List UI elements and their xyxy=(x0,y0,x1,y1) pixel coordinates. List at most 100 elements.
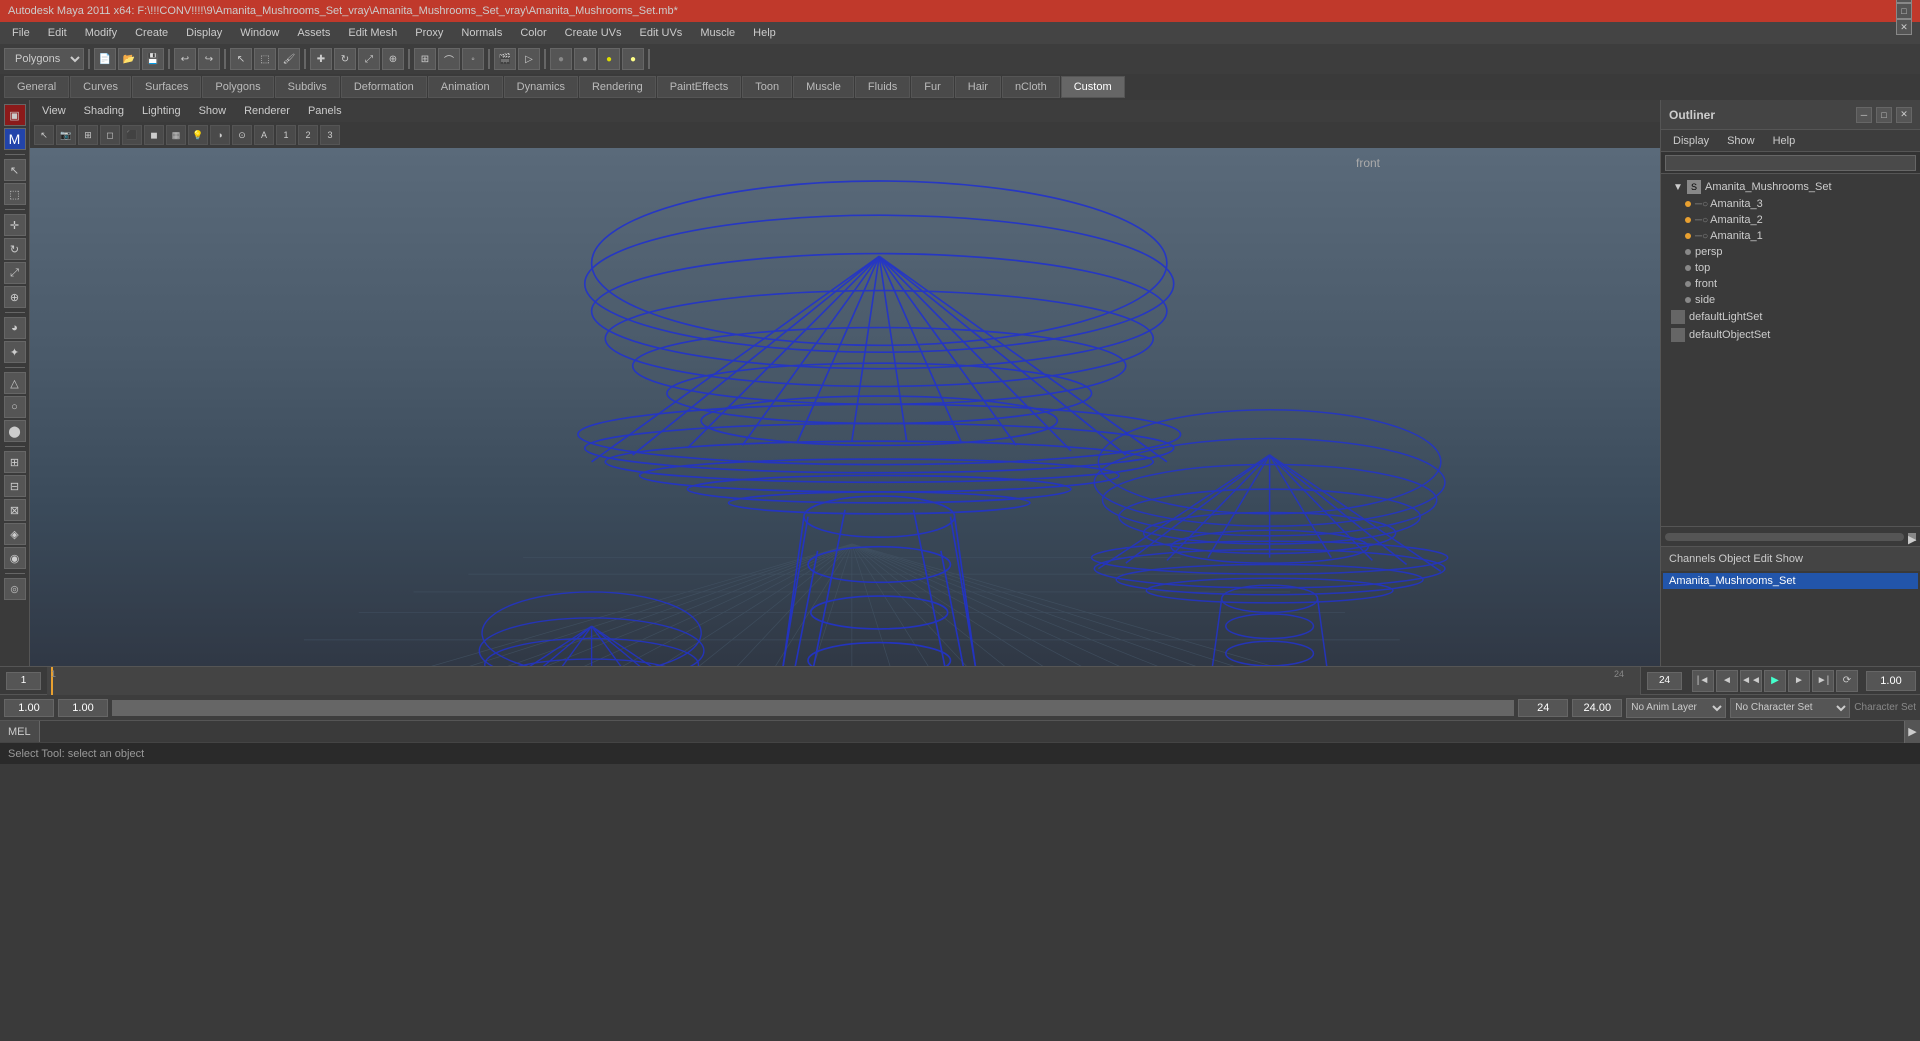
tab-dynamics[interactable]: Dynamics xyxy=(504,76,578,98)
vp-menu-view[interactable]: View xyxy=(34,103,74,119)
vp-isolate-icon[interactable]: ⊙ xyxy=(232,125,252,145)
menu-edit[interactable]: Edit xyxy=(40,25,75,41)
range-start-input[interactable] xyxy=(4,699,54,717)
character-set-selector[interactable]: No Character Set xyxy=(1730,698,1850,718)
sculpt-icon[interactable]: ✦ xyxy=(4,341,26,363)
anim-layer-selector[interactable]: No Anim Layer xyxy=(1626,698,1726,718)
vp-aa-icon[interactable]: A xyxy=(254,125,274,145)
rotate-tool-icon[interactable]: ↻ xyxy=(4,238,26,260)
tab-general[interactable]: General xyxy=(4,76,69,98)
tree-item-persp[interactable]: persp xyxy=(1661,244,1920,260)
rotate-icon[interactable]: ↻ xyxy=(334,48,356,70)
outliner-menu-help[interactable]: Help xyxy=(1765,133,1804,149)
tree-item-objectset[interactable]: defaultObjectSet xyxy=(1661,326,1920,344)
menu-display[interactable]: Display xyxy=(178,25,230,41)
snap-grid-icon[interactable]: ⊞ xyxy=(414,48,436,70)
universal-manip-icon[interactable]: ⊕ xyxy=(382,48,404,70)
tab-muscle[interactable]: Muscle xyxy=(793,76,854,98)
tree-item-side[interactable]: side xyxy=(1661,292,1920,308)
outliner-maximize[interactable]: □ xyxy=(1876,107,1892,123)
pb-go-start[interactable]: |◄ xyxy=(1692,670,1714,692)
vp-select-icon[interactable]: ↖ xyxy=(34,125,54,145)
snap-curve-icon[interactable]: ⌒ xyxy=(438,48,460,70)
selection-mask-icon[interactable]: ▣ xyxy=(4,104,26,126)
vp-menu-panels[interactable]: Panels xyxy=(300,103,350,119)
create-joint-icon[interactable]: ○ xyxy=(4,396,26,418)
snap-settings-icon[interactable]: ◈ xyxy=(4,523,26,545)
vp-texture-icon[interactable]: ▦ xyxy=(166,125,186,145)
tab-fluids[interactable]: Fluids xyxy=(855,76,910,98)
tab-ncloth[interactable]: nCloth xyxy=(1002,76,1060,98)
outliner-scroll-bar[interactable]: ▶ xyxy=(1661,526,1920,546)
create-poly-icon[interactable]: △ xyxy=(4,372,26,394)
show-manip-icon[interactable]: ⊞ xyxy=(4,451,26,473)
redo-icon[interactable]: ↪ xyxy=(198,48,220,70)
dynamics-manip-icon[interactable]: ⊠ xyxy=(4,499,26,521)
current-frame-input[interactable] xyxy=(1866,671,1916,691)
snap-point-icon[interactable]: ◦ xyxy=(462,48,484,70)
vp-menu-renderer[interactable]: Renderer xyxy=(236,103,298,119)
menu-modify[interactable]: Modify xyxy=(77,25,125,41)
ipr-icon[interactable]: ▷ xyxy=(518,48,540,70)
menu-color[interactable]: Color xyxy=(512,25,554,41)
vp-smooth-icon[interactable]: ⬛ xyxy=(122,125,142,145)
menu-muscle[interactable]: Muscle xyxy=(692,25,743,41)
light-bright-icon[interactable]: ● xyxy=(622,48,644,70)
tab-deformation[interactable]: Deformation xyxy=(341,76,427,98)
range-end-val-input[interactable] xyxy=(1518,699,1568,717)
scale-icon[interactable]: ⤢ xyxy=(358,48,380,70)
tab-polygons[interactable]: Polygons xyxy=(202,76,273,98)
manip-tool-icon[interactable]: ⊕ xyxy=(4,286,26,308)
tree-item-amanita-set[interactable]: ▼ S Amanita_Mushrooms_Set xyxy=(1661,178,1920,196)
vp-shadow-icon[interactable]: ◑ xyxy=(210,125,230,145)
navigate-icon[interactable]: ⊚ xyxy=(4,578,26,600)
close-button[interactable]: ✕ xyxy=(1896,19,1912,35)
range-val-input[interactable] xyxy=(58,699,108,717)
vp-res3-icon[interactable]: 3 xyxy=(320,125,340,145)
menu-assets[interactable]: Assets xyxy=(289,25,338,41)
tab-subdivs[interactable]: Subdivs xyxy=(275,76,340,98)
light-off-icon[interactable]: ● xyxy=(550,48,572,70)
outliner-menu-display[interactable]: Display xyxy=(1665,133,1717,149)
render-icon[interactable]: 🎬 xyxy=(494,48,516,70)
undo-icon[interactable]: ↩ xyxy=(174,48,196,70)
outliner-minimize[interactable]: ─ xyxy=(1856,107,1872,123)
vp-menu-lighting[interactable]: Lighting xyxy=(134,103,189,119)
new-scene-icon[interactable]: 📄 xyxy=(94,48,116,70)
vp-light-icon[interactable]: 💡 xyxy=(188,125,208,145)
menu-help[interactable]: Help xyxy=(745,25,784,41)
menu-edit-mesh[interactable]: Edit Mesh xyxy=(340,25,405,41)
tab-hair[interactable]: Hair xyxy=(955,76,1001,98)
paint-weights-icon[interactable]: ⬤ xyxy=(4,420,26,442)
script-input[interactable] xyxy=(40,721,1904,742)
script-run-button[interactable]: ▶ xyxy=(1904,721,1920,743)
lasso-select-icon[interactable]: ⬚ xyxy=(4,183,26,205)
tab-painteffects[interactable]: PaintEffects xyxy=(657,76,742,98)
vp-res1-icon[interactable]: 1 xyxy=(276,125,296,145)
tree-item-front[interactable]: front xyxy=(1661,276,1920,292)
pb-step-back[interactable]: ◄ xyxy=(1716,670,1738,692)
range-track[interactable] xyxy=(112,700,1514,716)
timeline-start-input[interactable] xyxy=(6,672,41,690)
maximize-button[interactable]: □ xyxy=(1896,3,1912,19)
mode-selector[interactable]: Polygons xyxy=(4,48,84,70)
tab-fur[interactable]: Fur xyxy=(911,76,954,98)
tree-item-amanita1[interactable]: ─○ Amanita_1 xyxy=(1661,228,1920,244)
tab-curves[interactable]: Curves xyxy=(70,76,131,98)
menu-proxy[interactable]: Proxy xyxy=(407,25,451,41)
pb-go-end[interactable]: ►| xyxy=(1812,670,1834,692)
vp-flat-icon[interactable]: ◼ xyxy=(144,125,164,145)
custom-manip-icon[interactable]: ◉ xyxy=(4,547,26,569)
maya-icon[interactable]: M xyxy=(4,128,26,150)
menu-edit-uvs[interactable]: Edit UVs xyxy=(632,25,691,41)
scroll-track[interactable] xyxy=(1665,533,1904,541)
menu-create[interactable]: Create xyxy=(127,25,176,41)
outliner-close[interactable]: ✕ xyxy=(1896,107,1912,123)
vp-grid-icon[interactable]: ⊞ xyxy=(78,125,98,145)
pb-play-back[interactable]: ◄◄ xyxy=(1740,670,1762,692)
render-manip-icon[interactable]: ⊟ xyxy=(4,475,26,497)
vp-menu-shading[interactable]: Shading xyxy=(76,103,132,119)
tree-item-amanita2[interactable]: ─○ Amanita_2 xyxy=(1661,212,1920,228)
outliner-search-input[interactable] xyxy=(1665,155,1916,171)
save-scene-icon[interactable]: 💾 xyxy=(142,48,164,70)
